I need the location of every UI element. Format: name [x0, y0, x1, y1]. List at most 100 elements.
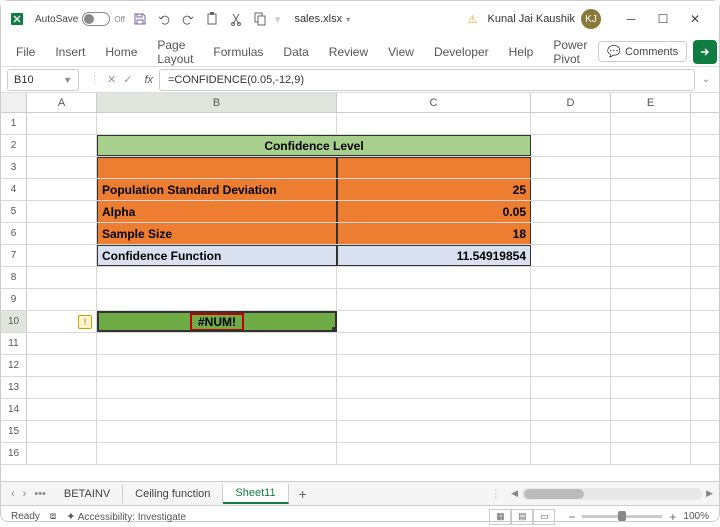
row-header[interactable]: 10 [1, 311, 27, 332]
row-header[interactable]: 12 [1, 355, 27, 376]
row-header[interactable]: 15 [1, 421, 27, 442]
cell-psd-value[interactable]: 25 [337, 179, 531, 200]
tab-insert[interactable]: Insert [46, 41, 94, 63]
row-header[interactable]: 5 [1, 201, 27, 222]
col-header-E[interactable]: E [611, 93, 691, 112]
share-button[interactable] [693, 40, 717, 64]
col-header-B[interactable]: B [97, 93, 337, 112]
status-ready: Ready [11, 511, 40, 522]
toggle-switch-icon[interactable] [82, 12, 110, 26]
sheet-tab-bar: ‹ › ••• BETAINV Ceiling function Sheet11… [1, 481, 719, 505]
row-header[interactable]: 3 [1, 157, 27, 178]
view-page-break-icon[interactable]: ▭ [533, 509, 555, 525]
sheet-prev-icon[interactable]: ‹ [9, 488, 17, 500]
cell-selected-b10[interactable]: #NUM! [97, 311, 337, 332]
minimize-button[interactable]: ─ [615, 5, 647, 33]
zoom-in-button[interactable]: + [666, 510, 679, 524]
tab-home[interactable]: Home [96, 41, 146, 63]
row-header[interactable]: 14 [1, 399, 27, 420]
hscroll-left-icon[interactable]: ◀ [509, 488, 520, 499]
comments-button[interactable]: 💬 Comments [598, 41, 687, 62]
tab-help[interactable]: Help [500, 41, 543, 63]
row-header[interactable]: 16 [1, 443, 27, 464]
sheet-tab[interactable]: Ceiling function [123, 485, 223, 503]
hscroll-right-icon[interactable]: ▶ [704, 488, 715, 499]
sheet-tab-active[interactable]: Sheet11 [223, 484, 288, 504]
cell-sample-label[interactable]: Sample Size [97, 223, 337, 244]
avatar-icon: KJ [581, 9, 601, 29]
row-header[interactable]: 6 [1, 223, 27, 244]
row-header[interactable]: 4 [1, 179, 27, 200]
redo-icon[interactable] [179, 10, 197, 28]
save-icon[interactable] [131, 10, 149, 28]
formula-edit-icons: ⋮ ✕ ✓ [83, 73, 138, 86]
view-page-layout-icon[interactable]: ▤ [511, 509, 533, 525]
formula-expand-icon[interactable]: ⌄ [699, 74, 713, 85]
formula-input[interactable]: =CONFIDENCE(0.05,-12,9) [159, 69, 695, 91]
row-header[interactable]: 13 [1, 377, 27, 398]
cell-psd-label[interactable]: Population Standard Deviation [97, 179, 337, 200]
row-header[interactable]: 9 [1, 289, 27, 310]
cell-sample-value[interactable]: 18 [337, 223, 531, 244]
copy-icon[interactable] [251, 10, 269, 28]
title-bar: AutoSave Off ▾ sales.xlsx ▾ ⚠ Kunal Jai … [1, 1, 719, 37]
chevron-down-icon: ▼ [63, 75, 72, 85]
status-bar: Ready ⧈ ✦ Accessibility: Investigate ▦ ▤… [1, 505, 719, 527]
maximize-button[interactable]: ☐ [647, 5, 679, 33]
cut-icon[interactable] [227, 10, 245, 28]
error-warning-icon[interactable]: ! [78, 315, 92, 329]
add-sheet-button[interactable]: + [289, 486, 317, 502]
paste-icon[interactable] [203, 10, 221, 28]
cell-conf-label[interactable]: Confidence Function [97, 245, 337, 266]
formula-bar: B10 ▼ ⋮ ✕ ✓ fx =CONFIDENCE(0.05,-12,9) ⌄ [1, 67, 719, 93]
name-box[interactable]: B10 ▼ [7, 69, 79, 91]
tab-file[interactable]: File [7, 41, 44, 63]
excel-logo-icon [9, 9, 29, 29]
row-header[interactable]: 7 [1, 245, 27, 266]
undo-icon[interactable] [155, 10, 173, 28]
sheet-next-icon[interactable]: › [21, 488, 29, 500]
view-normal-icon[interactable]: ▦ [489, 509, 511, 525]
col-header-A[interactable]: A [27, 93, 97, 112]
comment-icon: 💬 [607, 45, 621, 58]
cell-alpha-value[interactable]: 0.05 [337, 201, 531, 222]
zoom-out-button[interactable]: − [565, 510, 578, 524]
workbook-stats-icon[interactable]: ⧈ [50, 511, 56, 522]
row-header[interactable]: 11 [1, 333, 27, 354]
cell-alpha-label[interactable]: Alpha [97, 201, 337, 222]
tab-power-pivot[interactable]: Power Pivot [544, 34, 596, 70]
cell-title[interactable]: Confidence Level [97, 135, 531, 156]
cell-conf-value[interactable]: 11.54919854 [337, 245, 531, 266]
select-all-corner[interactable] [1, 93, 27, 112]
row-header[interactable]: 8 [1, 267, 27, 288]
spreadsheet-grid[interactable]: A B C D E 1 2 Confidence Level 3 4 Popul… [1, 93, 719, 481]
autosave-toggle[interactable]: AutoSave Off [35, 12, 125, 26]
col-header-D[interactable]: D [531, 93, 611, 112]
zoom-level[interactable]: 100% [683, 511, 709, 522]
user-name: Kunal Jai Kaushik [488, 13, 575, 25]
sheet-tab[interactable]: BETAINV [52, 485, 123, 503]
filename[interactable]: sales.xlsx ▾ [294, 13, 350, 25]
tab-page-layout[interactable]: Page Layout [148, 34, 202, 70]
error-value: #NUM! [190, 313, 244, 331]
row-header[interactable]: 2 [1, 135, 27, 156]
fx-icon[interactable]: fx [142, 74, 155, 86]
warning-icon[interactable]: ⚠ [464, 10, 482, 28]
sheet-more-icon[interactable]: ••• [32, 488, 48, 500]
tab-view[interactable]: View [379, 41, 423, 63]
zoom-slider[interactable] [582, 515, 662, 518]
tab-formulas[interactable]: Formulas [204, 41, 272, 63]
tab-developer[interactable]: Developer [425, 41, 498, 63]
autosave-label: AutoSave [35, 14, 78, 25]
col-header-C[interactable]: C [337, 93, 531, 112]
user-account[interactable]: Kunal Jai Kaushik KJ [488, 9, 601, 29]
row-header[interactable]: 1 [1, 113, 27, 134]
horizontal-scrollbar[interactable] [522, 488, 702, 500]
close-button[interactable]: ✕ [679, 5, 711, 33]
cancel-formula-icon[interactable]: ✕ [105, 73, 118, 86]
tab-review[interactable]: Review [320, 41, 377, 63]
accessibility-status[interactable]: ✦ Accessibility: Investigate [66, 510, 186, 523]
accept-formula-icon[interactable]: ✓ [121, 73, 134, 86]
tab-data[interactable]: Data [274, 41, 317, 63]
autosave-state: Off [114, 15, 125, 24]
